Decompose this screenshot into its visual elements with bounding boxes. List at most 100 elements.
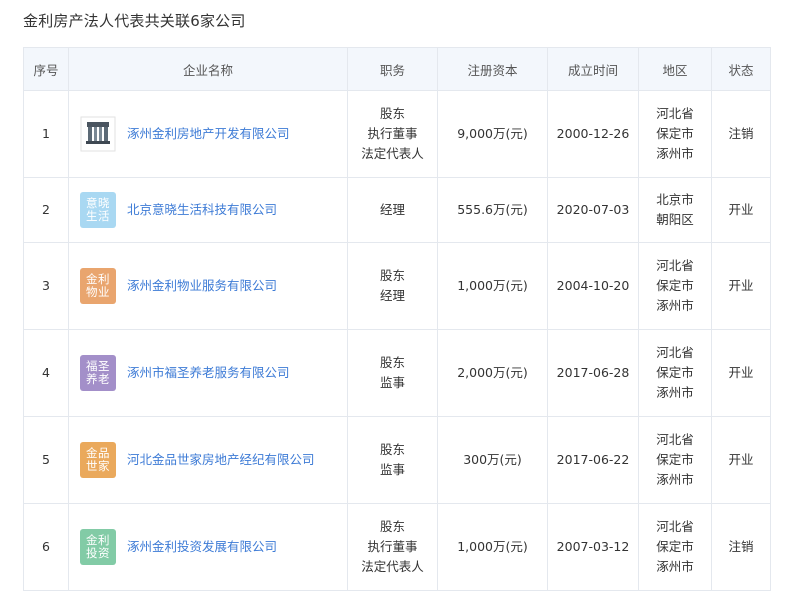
- table-row: 2 意晓 生活 北京意晓生活科技有限公司 经理 555.6万(元) 2020-07-03 北京…: [23, 177, 771, 243]
- table-row: 3 金利 物业 涿州金利物业服务有限公司 股东 经理 1,000万(元) 2004-10-20…: [23, 242, 771, 330]
- company-cell: 金利 投资 涿州金利投资发展有限公司: [68, 503, 348, 591]
- row-index: 3: [23, 242, 69, 330]
- status-badge: 注销: [711, 503, 771, 591]
- table-row: 5 金品 世家 河北金品世家房地产经纪有限公司 股东 监事 300万(元) 2017-06-2…: [23, 416, 771, 504]
- company-cell: 金利地产涿州金利房地产开发有限公司: [68, 90, 348, 178]
- company-name-link[interactable]: 涿州金利房地产开发有限公司: [127, 124, 290, 144]
- registered-capital: 2,000万(元): [437, 329, 548, 417]
- region-text: 保定市: [656, 365, 694, 380]
- role-cell: 股东 经理: [347, 242, 438, 330]
- column-header-role: 职务: [347, 47, 438, 91]
- region-text: 涿州市: [656, 298, 694, 313]
- region-text: 涿州市: [656, 385, 694, 400]
- region-text: 保定市: [656, 539, 694, 554]
- row-index: 4: [23, 329, 69, 417]
- table-header-row: 序号 企业名称 职务 注册资本 成立时间 地区 状态: [23, 47, 771, 91]
- region-text: 河北省: [656, 106, 694, 121]
- established-date: 2017-06-28: [547, 329, 639, 417]
- logo-text: 生活: [86, 209, 110, 223]
- row-index: 5: [23, 416, 69, 504]
- region-text: 保定市: [656, 452, 694, 467]
- region-cell: 河北省 保定市 涿州市: [638, 416, 712, 504]
- established-date: 2017-06-22: [547, 416, 639, 504]
- column-header-status: 状态: [711, 47, 771, 91]
- registered-capital: 300万(元): [437, 416, 548, 504]
- status-badge: 开业: [711, 242, 771, 330]
- role-text: 股东: [379, 442, 405, 457]
- row-index: 6: [23, 503, 69, 591]
- table-row: 1金利地产涿州金利房地产开发有限公司股东执行董事法定代表人9,000万(元)20…: [23, 90, 771, 178]
- region-text: 北京市: [656, 192, 694, 207]
- company-logo: 金品 世家: [80, 442, 116, 478]
- company-cell: 金利 物业 涿州金利物业服务有限公司: [68, 242, 348, 330]
- region-text: 河北省: [656, 519, 694, 534]
- logo-text: 养老: [86, 372, 110, 386]
- region-cell: 河北省 保定市 涿州市: [638, 242, 712, 330]
- related-companies-table: 序号 企业名称 职务 注册资本 成立时间 地区 状态 1金利地产涿州金利房地产开…: [23, 47, 771, 591]
- established-date: 2000-12-26: [547, 90, 639, 178]
- company-logo: 意晓 生活: [80, 192, 116, 228]
- region-cell: 河北省 保定市 涿州市: [638, 503, 712, 591]
- role-text: 股东: [379, 519, 405, 534]
- region-text: 涿州市: [656, 559, 694, 574]
- building-logo-icon: 金利地产: [80, 116, 116, 152]
- registered-capital: 1,000万(元): [437, 242, 548, 330]
- status-badge: 开业: [711, 177, 771, 243]
- status-badge: 开业: [711, 329, 771, 417]
- region-text: 保定市: [656, 126, 694, 141]
- company-name-link[interactable]: 北京意晓生活科技有限公司: [127, 200, 277, 220]
- region-cell: 河北省 保定市 涿州市: [638, 329, 712, 417]
- logo-text: 世家: [86, 459, 110, 473]
- company-name-link[interactable]: 涿州金利投资发展有限公司: [127, 537, 277, 557]
- role-cell: 股东 监事: [347, 329, 438, 417]
- role-text: 执行董事: [367, 126, 418, 141]
- column-header-company: 企业名称: [68, 47, 348, 91]
- company-cell: 金品 世家 河北金品世家房地产经纪有限公司: [68, 416, 348, 504]
- role-text: 监事: [379, 462, 405, 477]
- company-cell: 意晓 生活 北京意晓生活科技有限公司: [68, 177, 348, 243]
- logo-text: 物业: [86, 285, 110, 299]
- region-text: 河北省: [656, 345, 694, 360]
- role-cell: 股东 监事: [347, 416, 438, 504]
- status-badge: 注销: [711, 90, 771, 178]
- region-text: 朝阳区: [656, 212, 694, 227]
- role-cell: 经理: [347, 177, 438, 243]
- registered-capital: 555.6万(元): [437, 177, 548, 243]
- region-text: 涿州市: [656, 472, 694, 487]
- region-cell: 河北省 保定市 涿州市: [638, 90, 712, 178]
- company-logo: 福圣 养老: [80, 355, 116, 391]
- region-cell: 北京市 朝阳区: [638, 177, 712, 243]
- role-text: 股东: [379, 268, 405, 283]
- role-text: 经理: [379, 288, 405, 303]
- role-text: 法定代表人: [361, 559, 424, 574]
- role-cell: 股东执行董事法定代表人: [347, 90, 438, 178]
- role-text: 监事: [379, 375, 405, 390]
- role-text: 股东: [379, 355, 405, 370]
- region-text: 河北省: [656, 432, 694, 447]
- column-header-date: 成立时间: [547, 47, 639, 91]
- established-date: 2007-03-12: [547, 503, 639, 591]
- company-logo: 金利 投资: [80, 529, 116, 565]
- role-cell: 股东执行董事法定代表人: [347, 503, 438, 591]
- row-index: 1: [23, 90, 69, 178]
- company-name-link[interactable]: 涿州市福圣养老服务有限公司: [127, 363, 290, 383]
- registered-capital: 9,000万(元): [437, 90, 548, 178]
- column-header-capital: 注册资本: [437, 47, 548, 91]
- region-text: 保定市: [656, 278, 694, 293]
- company-name-link[interactable]: 涿州金利物业服务有限公司: [127, 276, 277, 296]
- role-text: 法定代表人: [361, 146, 424, 161]
- role-text: 执行董事: [367, 539, 418, 554]
- page-title: 金利房产法人代表共关联6家公司: [23, 12, 246, 30]
- company-cell: 福圣 养老 涿州市福圣养老服务有限公司: [68, 329, 348, 417]
- registered-capital: 1,000万(元): [437, 503, 548, 591]
- company-logo: 金利 物业: [80, 268, 116, 304]
- company-name-link[interactable]: 河北金品世家房地产经纪有限公司: [127, 450, 315, 470]
- column-header-region: 地区: [638, 47, 712, 91]
- region-text: 河北省: [656, 258, 694, 273]
- role-text: 股东: [379, 106, 405, 121]
- table-row: 4 福圣 养老 涿州市福圣养老服务有限公司 股东 监事 2,000万(元) 2017-06-2…: [23, 329, 771, 417]
- role-text: 经理: [379, 202, 405, 217]
- row-index: 2: [23, 177, 69, 243]
- table-row: 6 金利 投资 涿州金利投资发展有限公司 股东 执行董事 法定代表人 1,000万(元) 200…: [23, 503, 771, 591]
- status-badge: 开业: [711, 416, 771, 504]
